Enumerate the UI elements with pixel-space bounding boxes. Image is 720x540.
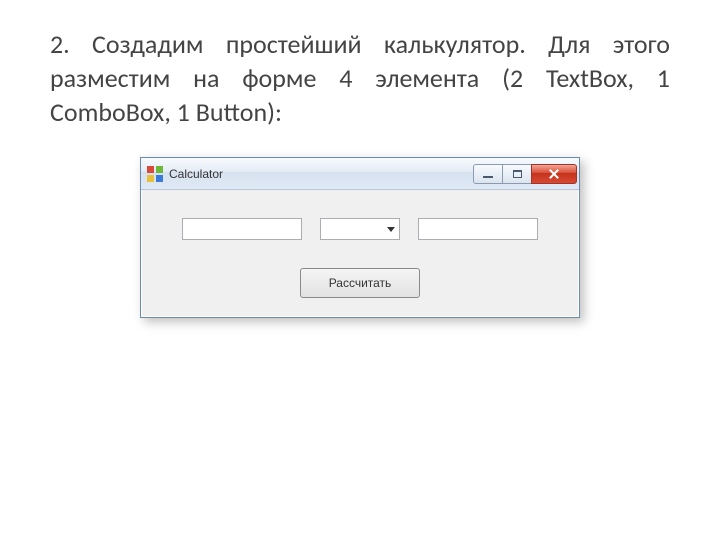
operator-combobox[interactable] <box>320 218 400 240</box>
maximize-icon <box>513 170 522 178</box>
close-button[interactable] <box>531 164 577 184</box>
window-client-area: Рассчитать <box>141 190 579 317</box>
window-title: Calculator <box>169 167 474 181</box>
calculator-window: Calculator Рассчитать <box>140 157 580 318</box>
calculate-button[interactable]: Рассчитать <box>300 268 421 298</box>
window-titlebar[interactable]: Calculator <box>141 158 579 190</box>
button-row: Рассчитать <box>160 268 560 298</box>
maximize-button[interactable] <box>502 164 532 184</box>
close-icon <box>548 168 560 180</box>
operand1-input[interactable] <box>182 218 302 240</box>
window-controls <box>474 164 577 184</box>
instruction-paragraph: 2. Создадим простейший калькулятор. Для … <box>50 28 670 129</box>
chevron-down-icon <box>383 219 399 239</box>
minimize-button[interactable] <box>473 164 503 184</box>
minimize-icon <box>483 176 493 178</box>
operand2-input[interactable] <box>418 218 538 240</box>
input-row <box>160 218 560 240</box>
app-icon <box>147 166 163 182</box>
